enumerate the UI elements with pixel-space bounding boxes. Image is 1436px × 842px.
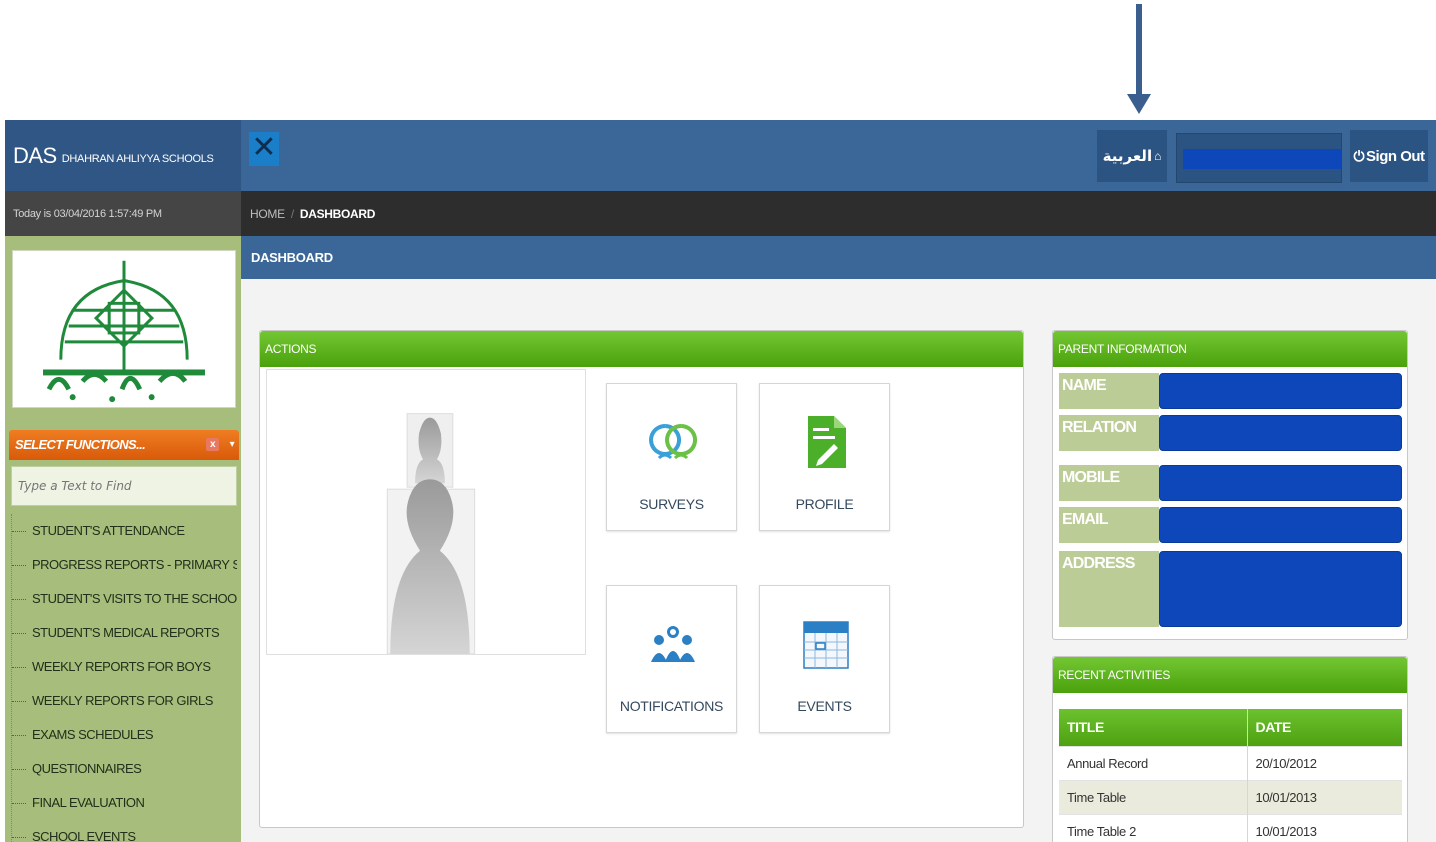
activity-date: 10/01/2013 (1246, 813, 1402, 842)
sign-out-button[interactable]: ⏻ Sign Out (1350, 130, 1428, 182)
tile-profile-label: PROFILE (795, 496, 854, 512)
breadcrumb-separator: / (290, 206, 294, 221)
function-item[interactable]: STUDENT'S ATTENDANCE (12, 514, 237, 548)
actions-panel: ACTIONS SURVEYS PROFILE NOTIFICATIONS EV… (259, 330, 1024, 828)
page-title: DASHBOARD (241, 236, 1436, 279)
activity-title[interactable]: Time Table 2 (1059, 813, 1247, 842)
notifications-people-icon (651, 626, 695, 662)
table-header-row: TITLE DATE (1059, 709, 1402, 746)
function-item[interactable]: EXAMS SCHEDULES (12, 718, 237, 752)
parent-mobile-label: MOBILE (1059, 465, 1159, 501)
parent-email-row: EMAIL (1059, 507, 1402, 543)
annotation-arrow (1127, 4, 1151, 114)
language-label: العربية (1102, 148, 1153, 165)
function-item[interactable]: SCHOOL EVENTS (12, 820, 237, 842)
tile-events[interactable]: EVENTS (759, 585, 890, 733)
activity-title[interactable]: Time Table (1059, 779, 1247, 814)
parent-relation-row: RELATION (1059, 415, 1402, 451)
function-item[interactable]: STUDENT'S MEDICAL REPORTS (12, 616, 237, 650)
user-silhouette-icon (386, 413, 476, 655)
tile-surveys[interactable]: SURVEYS (606, 383, 737, 531)
actions-panel-title: ACTIONS (260, 331, 1023, 367)
table-row[interactable]: Time Table 2 10/01/2013 (1059, 813, 1402, 842)
parent-information-title: PARENT INFORMATION (1053, 331, 1407, 367)
chevron-down-icon[interactable]: ▾ (230, 430, 235, 460)
school-logo (12, 250, 236, 408)
brand-logo[interactable]: DAS DHAHRAN AHLIYYA SCHOOLS (5, 120, 241, 191)
select-functions-header[interactable]: SELECT FUNCTIONS... x ▾ (9, 430, 239, 460)
parent-name-row: NAME (1059, 373, 1402, 409)
parent-relation-value (1159, 415, 1402, 451)
function-item[interactable]: PROGRESS REPORTS - PRIMARY STAGE (12, 548, 237, 582)
column-header-date[interactable]: DATE (1246, 709, 1402, 746)
current-date-text: Today is 03/04/2016 1:57:49 PM (13, 207, 162, 220)
profile-photo-placeholder (266, 369, 586, 655)
recent-activities-table: TITLE DATE Annual Record 20/10/2012 Time… (1059, 709, 1402, 842)
recent-activities-panel: RECENT ACTIVITIES TITLE DATE Annual Reco… (1052, 656, 1408, 842)
function-search-input[interactable] (11, 466, 237, 506)
parent-address-value (1159, 551, 1402, 627)
parent-name-label: NAME (1059, 373, 1159, 409)
functions-tree: STUDENT'S ATTENDANCE PROGRESS REPORTS - P… (11, 514, 237, 842)
language-button[interactable]: العربية ⌂ (1097, 130, 1167, 182)
function-item[interactable]: WEEKLY REPORTS FOR GIRLS (12, 684, 237, 718)
parent-address-label: ADDRESS (1059, 551, 1159, 627)
tile-notifications-label: NOTIFICATIONS (619, 698, 724, 714)
column-header-title[interactable]: TITLE (1059, 709, 1247, 746)
menu-toggle-icon[interactable]: ✕ (249, 132, 279, 166)
tile-profile[interactable]: PROFILE (759, 383, 890, 531)
tile-notifications[interactable]: NOTIFICATIONS (606, 585, 737, 733)
top-navbar: ✕ العربية ⌂ ⏻ Sign Out (241, 120, 1436, 191)
breadcrumb: HOME / DASHBOARD (241, 191, 1436, 236)
activity-title[interactable]: Annual Record (1059, 745, 1247, 780)
surveys-icon (649, 424, 698, 460)
redacted-username (1183, 149, 1341, 169)
power-icon: ⏻ (1353, 147, 1365, 164)
profile-document-icon (808, 416, 846, 468)
parent-mobile-row: MOBILE (1059, 465, 1402, 501)
tile-surveys-label: SURVEYS (639, 496, 704, 512)
parent-email-label: EMAIL (1059, 507, 1159, 543)
function-item[interactable]: QUESTIONNAIRES (12, 752, 237, 786)
table-row[interactable]: Time Table 10/01/2013 (1059, 779, 1402, 814)
school-emblem-icon (43, 260, 205, 403)
parent-information-panel: PARENT INFORMATION NAME RELATION MOBILE … (1052, 330, 1408, 640)
brand-full-name: DHAHRAN AHLIYYA SCHOOLS (61, 152, 214, 165)
calendar-icon (803, 621, 849, 669)
parent-mobile-value (1159, 465, 1402, 501)
parent-address-row: ADDRESS (1059, 551, 1402, 627)
parent-email-value (1159, 507, 1402, 543)
main-content: DASHBOARD ACTIONS SURVEYS PROFILE NOTIFI… (241, 236, 1436, 842)
current-date: Today is 03/04/2016 1:57:49 PM (5, 191, 241, 236)
breadcrumb-current: DASHBOARD (299, 206, 376, 221)
sign-out-label: Sign Out (1366, 147, 1425, 165)
select-functions-title: SELECT FUNCTIONS... (15, 437, 146, 452)
sidebar: SELECT FUNCTIONS... x ▾ STUDENT'S ATTEND… (5, 236, 241, 842)
parent-name-value (1159, 373, 1402, 409)
user-menu-button[interactable] (1176, 133, 1342, 183)
table-row[interactable]: Annual Record 20/10/2012 (1059, 745, 1402, 780)
brand-short: DAS (13, 142, 57, 168)
activity-date: 10/01/2013 (1246, 779, 1402, 814)
breadcrumb-home[interactable]: HOME (250, 207, 285, 221)
recent-activities-title: RECENT ACTIVITIES (1053, 657, 1407, 693)
function-item[interactable]: WEEKLY REPORTS FOR BOYS (12, 650, 237, 684)
clear-icon[interactable]: x (206, 438, 219, 451)
function-item[interactable]: FINAL EVALUATION (12, 786, 237, 820)
language-icon: ⌂ (1154, 149, 1162, 163)
tile-events-label: EVENTS (797, 698, 852, 714)
function-item[interactable]: STUDENT'S VISITS TO THE SCHOOL'S NURSE (12, 582, 237, 616)
activity-date: 20/10/2012 (1246, 745, 1402, 780)
parent-relation-label: RELATION (1059, 415, 1159, 451)
